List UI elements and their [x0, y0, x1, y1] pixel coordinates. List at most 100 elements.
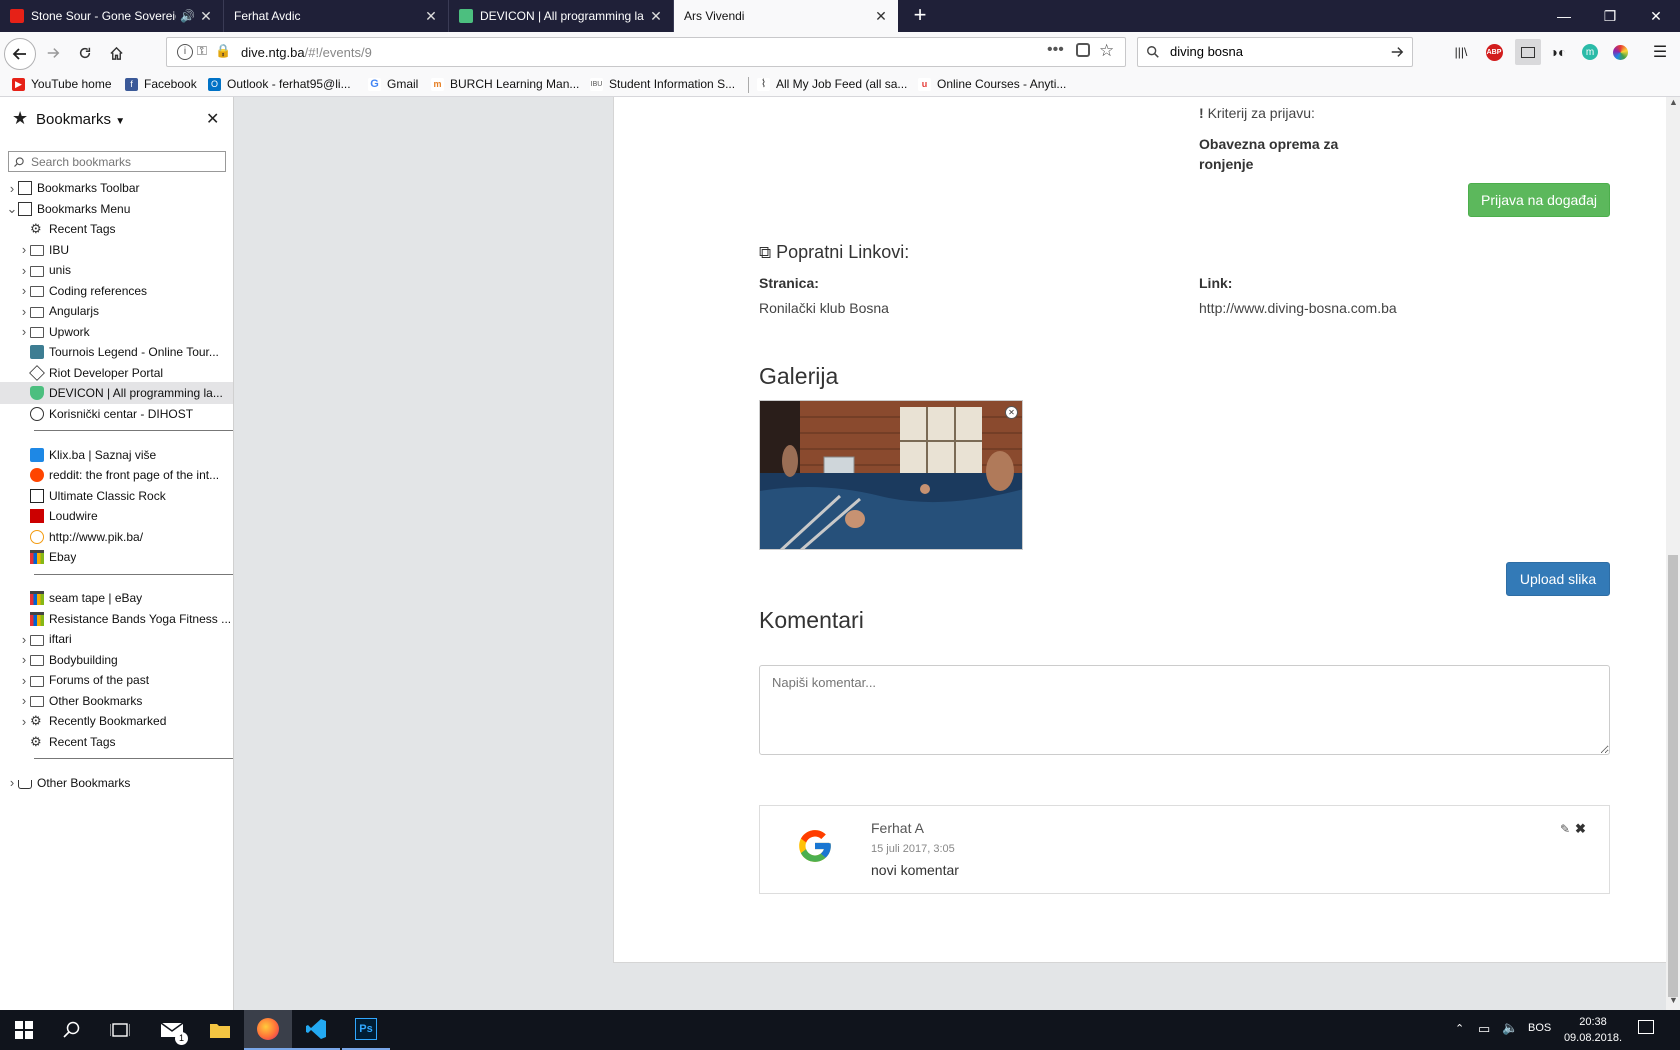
bookmark-item[interactable]: Resistance Bands Yoga Fitness ...	[0, 608, 233, 630]
bookmark-item[interactable]: › Other Bookmarks	[0, 772, 233, 794]
bookmarks-search[interactable]	[8, 151, 226, 172]
tab-stone-sour[interactable]: Stone Sour - Gone Sovereign 🔊 ✕	[0, 0, 224, 32]
pocket-icon[interactable]	[1076, 43, 1090, 57]
network-icon[interactable]: ▭	[1478, 1021, 1490, 1037]
info-icon[interactable]: i	[177, 44, 193, 60]
search-input[interactable]	[1168, 43, 1372, 60]
bookmark-item[interactable]: reddit: the front page of the int...	[0, 464, 233, 486]
twisty-icon[interactable]: ›	[18, 693, 30, 708]
bookmark-item[interactable]: http://www.pik.ba/	[0, 526, 233, 548]
bookmark-burch[interactable]: m BURCH Learning Man...	[431, 77, 579, 91]
bookmark-item[interactable]: › iftari	[0, 628, 233, 650]
photoshop-button[interactable]: Ps	[342, 1010, 390, 1050]
close-icon[interactable]: ✕	[199, 8, 213, 25]
extension-m-icon[interactable]: m	[1582, 44, 1598, 60]
adblock-icon[interactable]: ABP	[1485, 43, 1503, 61]
twisty-icon[interactable]: ›	[18, 673, 30, 688]
url-bar[interactable]: i ⚿ 🔒 dive.ntg.ba/#!/events/9 ••• ☆	[166, 37, 1126, 67]
start-button[interactable]	[0, 1010, 48, 1050]
bookmark-item[interactable]: › Forums of the past	[0, 669, 233, 691]
bookmark-item[interactable]: › unis	[0, 259, 233, 281]
delete-icon[interactable]: ✖	[1575, 821, 1586, 837]
twisty-icon[interactable]: ›	[6, 775, 18, 790]
bookmark-item[interactable]: Ultimate Classic Rock	[0, 485, 233, 507]
bookmark-item[interactable]: Ebay	[0, 546, 233, 568]
key-icon[interactable]: ⚿	[197, 43, 207, 59]
twisty-icon[interactable]: ⌄	[6, 201, 18, 217]
sidebar-title[interactable]: Bookmarks ▼	[36, 111, 125, 128]
language-indicator[interactable]: BOS	[1528, 1022, 1551, 1034]
clock[interactable]: 20:38 09.08.2018.	[1560, 1014, 1626, 1046]
bookmark-item[interactable]: DEVICON | All programming la...	[0, 382, 233, 404]
task-view-button[interactable]	[96, 1010, 144, 1050]
url-text[interactable]: dive.ntg.ba/#!/events/9	[241, 45, 372, 60]
bookmarks-search-input[interactable]	[29, 154, 223, 170]
scroll-up-icon[interactable]: ▲	[1669, 97, 1678, 107]
color-picker-icon[interactable]	[1612, 44, 1628, 60]
twisty-icon[interactable]: ›	[18, 632, 30, 647]
tab-devicon[interactable]: DEVICON | All programming la ✕	[449, 0, 674, 32]
bookmark-item[interactable]: ⚙ Recent Tags	[0, 731, 233, 753]
window-close-icon[interactable]: ✕	[1633, 0, 1679, 32]
link-value[interactable]: http://www.diving-bosna.com.ba	[1199, 300, 1397, 316]
bookmark-item[interactable]: › Bodybuilding	[0, 649, 233, 671]
notifications-icon[interactable]	[1638, 1020, 1654, 1034]
home-button[interactable]	[101, 38, 131, 68]
bookmark-student-info[interactable]: IBU Student Information S...	[590, 77, 735, 91]
vscode-button[interactable]	[292, 1010, 340, 1050]
pencil-icon[interactable]: ✎	[1560, 822, 1570, 836]
bookmark-item[interactable]: Loudwire	[0, 505, 233, 527]
search-bar[interactable]	[1137, 37, 1413, 67]
sidebar-toggle-icon[interactable]	[1515, 39, 1541, 65]
twisty-icon[interactable]: ›	[18, 283, 30, 298]
register-event-button[interactable]: Prijava na događaj	[1468, 183, 1610, 217]
reload-button[interactable]	[70, 38, 100, 68]
bookmark-item[interactable]: Tournois Legend - Online Tour...	[0, 341, 233, 363]
restore-icon[interactable]: ❐	[1587, 0, 1633, 32]
close-icon[interactable]: ✕	[649, 8, 663, 25]
page-actions-icon[interactable]: •••	[1047, 41, 1064, 59]
twisty-icon[interactable]: ›	[18, 652, 30, 667]
minimize-icon[interactable]: —	[1541, 0, 1587, 32]
comment-textarea[interactable]	[759, 665, 1610, 755]
twisty-icon[interactable]: ›	[18, 714, 30, 729]
bookmark-outlook[interactable]: O Outlook - ferhat95@li...	[208, 77, 351, 91]
twisty-icon[interactable]: ›	[6, 181, 18, 196]
twisty-icon[interactable]: ›	[18, 242, 30, 257]
volume-icon[interactable]: 🔈	[1502, 1020, 1518, 1036]
new-tab-button[interactable]: +	[905, 0, 935, 32]
speaker-icon[interactable]: 🔊	[180, 9, 195, 23]
twisty-icon[interactable]: ›	[18, 324, 30, 339]
bookmark-item[interactable]: › ⚙ Recently Bookmarked	[0, 710, 233, 732]
bookmark-item[interactable]: seam tape | eBay	[0, 587, 233, 609]
tab-ars-vivendi[interactable]: Ars Vivendi ✕	[674, 0, 898, 32]
back-button[interactable]	[4, 38, 36, 70]
mail-app-button[interactable]: 1	[148, 1010, 196, 1050]
close-icon[interactable]: ✕	[206, 109, 219, 129]
bookmark-item[interactable]: Korisnički centar - DIHOST	[0, 403, 233, 425]
scrollbar-thumb[interactable]	[1668, 555, 1678, 997]
bookmark-item[interactable]: › Other Bookmarks	[0, 690, 233, 712]
menu-icon[interactable]: ☰	[1650, 42, 1670, 62]
bookmark-item[interactable]: › Upwork	[0, 321, 233, 343]
forward-button[interactable]	[38, 38, 68, 68]
search-button[interactable]	[48, 1010, 96, 1050]
library-icon[interactable]: |||\	[1451, 42, 1471, 62]
twisty-icon[interactable]: ›	[18, 304, 30, 319]
bookmark-item[interactable]: › Coding references	[0, 280, 233, 302]
close-icon[interactable]: ✕	[874, 8, 888, 25]
insecure-lock-icon[interactable]: 🔒	[215, 43, 231, 59]
file-explorer-button[interactable]	[196, 1010, 244, 1050]
bookmark-item[interactable]: ⌄ Bookmarks Menu	[0, 198, 233, 220]
bookmark-online-courses[interactable]: u Online Courses - Anyti...	[918, 77, 1066, 91]
bookmark-gmail[interactable]: G Gmail	[368, 77, 418, 91]
bookmark-item[interactable]: Riot Developer Portal	[0, 362, 233, 384]
bookmark-job-feed[interactable]: ⌇ All My Job Feed (all sa...	[757, 77, 907, 91]
bookmark-item[interactable]: › Bookmarks Toolbar	[0, 177, 233, 199]
firefox-button[interactable]	[244, 1010, 292, 1050]
remove-image-icon[interactable]: ✕	[1005, 406, 1018, 419]
twisty-icon[interactable]: ›	[18, 263, 30, 278]
gallery-image[interactable]: ✕	[759, 400, 1023, 550]
bookmark-facebook[interactable]: f Facebook	[125, 77, 197, 91]
upload-image-button[interactable]: Upload slika	[1506, 562, 1610, 596]
